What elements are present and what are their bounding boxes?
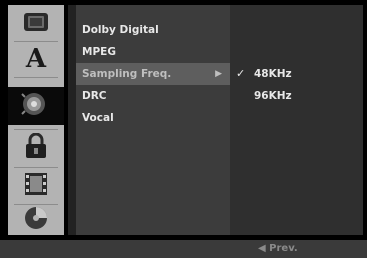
lock-icon: [24, 132, 48, 163]
menu-item-sampling-freq[interactable]: Sampling Freq. ▶: [76, 63, 230, 85]
tab-lock[interactable]: [8, 132, 64, 163]
menu-item-vocal[interactable]: Vocal: [76, 107, 230, 129]
separator-strip: [68, 5, 76, 235]
category-icon-bar: A: [8, 5, 64, 235]
audio-menu: Dolby Digital MPEG Sampling Freq. ▶ DRC …: [76, 5, 230, 235]
option-48khz[interactable]: ✓ 48KHz: [230, 63, 363, 85]
screen-icon: [23, 11, 49, 37]
prev-button[interactable]: ◀ Prev.: [258, 240, 298, 258]
divider: [14, 129, 58, 130]
option-panel: ✓ 48KHz 96KHz: [230, 5, 363, 235]
dvd-setup-screen: A Dolby Digital MPEG Sampling Freq. ▶ DR…: [0, 0, 367, 258]
arrow-right-icon: ▶: [215, 69, 222, 79]
tab-language[interactable]: A: [8, 44, 64, 74]
option-96khz[interactable]: 96KHz: [230, 85, 363, 107]
tab-others[interactable]: [8, 171, 64, 201]
menu-item-dolby-digital[interactable]: Dolby Digital: [76, 19, 230, 41]
menu-item-label: Dolby Digital: [82, 24, 159, 36]
menu-item-drc[interactable]: DRC: [76, 85, 230, 107]
tab-disc[interactable]: [8, 205, 64, 235]
check-icon: ✓: [236, 67, 246, 80]
option-label: 96KHz: [254, 90, 292, 102]
option-label: 48KHz: [254, 68, 292, 80]
film-icon: [23, 172, 49, 200]
menu-item-label: DRC: [82, 90, 107, 102]
menu-item-mpeg[interactable]: MPEG: [76, 41, 230, 63]
footer-bar: ◀ Prev.: [0, 240, 367, 258]
language-icon: A: [25, 44, 47, 74]
tab-audio[interactable]: [8, 87, 64, 125]
divider: [14, 77, 58, 78]
menu-item-label: Sampling Freq.: [82, 68, 172, 80]
tab-display[interactable]: [8, 9, 64, 39]
audio-icon: [21, 91, 51, 121]
divider: [14, 41, 58, 42]
disc-icon: [23, 205, 49, 235]
menu-item-label: MPEG: [82, 46, 116, 58]
menu-item-label: Vocal: [82, 112, 114, 124]
divider: [14, 167, 58, 168]
